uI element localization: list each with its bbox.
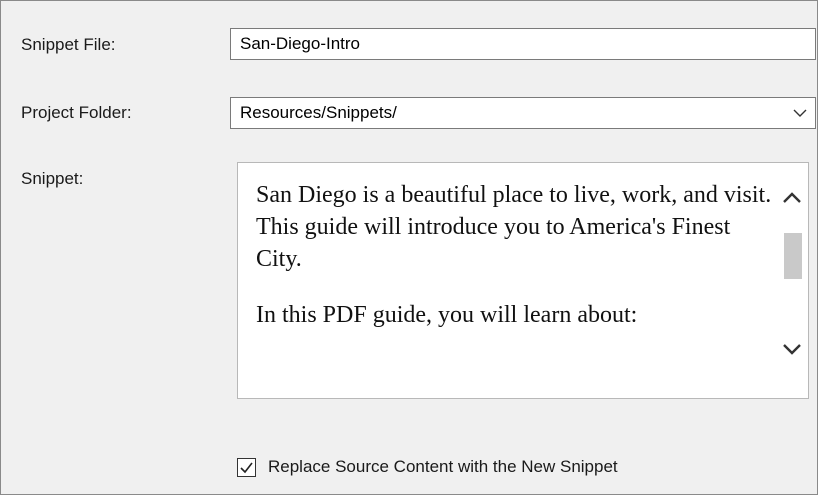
snippet-dialog: Snippet File: San-Diego-Intro Project Fo… — [0, 0, 818, 495]
project-folder-select[interactable]: Resources/Snippets/ — [230, 97, 816, 129]
snippet-content[interactable]: San Diego is a beautiful place to live, … — [256, 179, 776, 355]
chevron-up-icon[interactable] — [782, 191, 802, 209]
snippet-file-label: Snippet File: — [21, 35, 116, 54]
replace-source-checkbox[interactable] — [237, 457, 256, 477]
chevron-down-icon[interactable] — [793, 98, 807, 128]
snippet-label: Snippet: — [21, 169, 84, 188]
project-folder-label: Project Folder: — [21, 103, 132, 122]
snippet-scrollbar[interactable] — [778, 163, 808, 398]
replace-source-option[interactable]: Replace Source Content with the New Snip… — [237, 457, 618, 477]
snippet-paragraph: In this PDF guide, you will learn about: — [256, 302, 638, 328]
chevron-down-icon[interactable] — [782, 343, 802, 361]
snippet-paragraph: San Diego is a beautiful place to live, … — [256, 182, 772, 272]
snippet-file-value: San-Diego-Intro — [240, 34, 361, 53]
snippet-file-input[interactable]: San-Diego-Intro — [230, 28, 816, 60]
scrollbar-thumb[interactable] — [784, 233, 802, 279]
snippet-editor[interactable]: San Diego is a beautiful place to live, … — [237, 162, 809, 399]
replace-source-label: Replace Source Content with the New Snip… — [268, 457, 618, 476]
checkmark-icon — [240, 462, 253, 473]
project-folder-value: Resources/Snippets/ — [240, 103, 397, 122]
